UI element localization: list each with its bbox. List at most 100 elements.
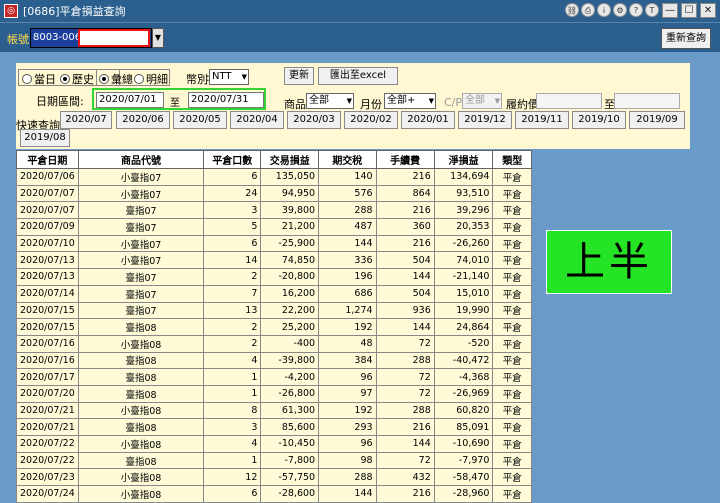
table-row[interactable]: 2020/07/13 小臺指07 14 74,850 336 504 74,010 平倉 — [16, 251, 532, 270]
column-header-product[interactable]: 商品代號 — [77, 150, 205, 169]
export-excel-button[interactable]: 匯出至excel — [318, 67, 398, 85]
minimize-icon[interactable]: — — [662, 3, 678, 18]
radio-history[interactable]: 歷史 — [60, 71, 94, 87]
settings-icon[interactable]: ⚙ — [613, 3, 627, 17]
cell-fee: 72 — [375, 384, 435, 403]
cell-trade-pnl: 85,600 — [260, 418, 320, 436]
month-select[interactable]: 全部+ — [384, 93, 436, 109]
quick-month-button[interactable]: 2019/10 — [572, 111, 626, 129]
cell-fee: 72 — [375, 368, 435, 386]
quick-month-button[interactable]: 2020/01 — [401, 111, 455, 129]
table-row[interactable]: 2020/07/07 小臺指07 24 94,950 576 864 93,510 平倉 — [16, 184, 532, 203]
product-select[interactable]: 全部 — [306, 93, 354, 109]
cell-lots: 1 — [203, 451, 262, 470]
cell-type: 平倉 — [492, 201, 532, 220]
cell-product: 臺指08 — [77, 384, 205, 403]
quick-month-button[interactable]: 2020/05 — [173, 111, 227, 129]
table-row[interactable]: 2020/07/22 臺指08 1 -7,800 98 72 -7,970 平倉 — [16, 451, 532, 470]
account-label: 帳號 — [7, 33, 29, 46]
cell-close-date: 2020/07/06 — [16, 168, 79, 186]
account-subfield-input[interactable] — [78, 29, 150, 47]
column-header-tax[interactable]: 期交稅 — [318, 150, 377, 169]
quick-month-button[interactable]: 2020/03 — [287, 111, 341, 129]
quick-month-button[interactable]: 2019/08 — [20, 129, 70, 147]
cell-tax: 192 — [318, 318, 377, 336]
radio-summary[interactable]: 彙總 — [99, 71, 133, 87]
cell-fee: 864 — [375, 184, 435, 203]
pin-icon[interactable]: T — [645, 3, 659, 17]
quick-month-button[interactable]: 2020/02 — [344, 111, 398, 129]
cp-select[interactable]: 全部 — [462, 93, 502, 109]
cell-type: 平倉 — [492, 351, 532, 370]
update-button[interactable]: 更新 — [284, 67, 314, 85]
table-row[interactable]: 2020/07/21 小臺指08 8 61,300 192 288 60,820 平倉 — [16, 401, 532, 420]
currency-select[interactable]: NTT — [209, 69, 249, 85]
cell-trade-pnl: -4,200 — [260, 368, 320, 386]
cell-lots: 5 — [203, 218, 262, 236]
maximize-icon[interactable]: ☐ — [681, 3, 697, 18]
table-row[interactable]: 2020/07/07 臺指07 3 39,800 288 216 39,296 平倉 — [16, 201, 532, 220]
cell-net-pnl: 24,864 — [433, 318, 494, 336]
table-row[interactable]: 2020/07/15 臺指07 13 22,200 1,274 936 19,990 平倉 — [16, 301, 532, 320]
cell-lots: 6 — [203, 168, 262, 186]
table-row[interactable]: 2020/07/10 小臺指07 6 -25,900 144 216 -26,260 平倉 — [16, 234, 532, 253]
cell-tax: 576 — [318, 184, 377, 203]
column-header-net-pnl[interactable]: 淨損益 — [433, 150, 494, 169]
column-header-type[interactable]: 類型 — [492, 150, 532, 169]
table-row[interactable]: 2020/07/09 臺指07 5 21,200 487 360 20,353 平倉 — [16, 218, 532, 236]
app-icon: ◎ — [4, 4, 18, 18]
cell-close-date: 2020/07/17 — [16, 368, 79, 386]
help-icon[interactable]: ? — [629, 3, 643, 17]
radio-history-icon — [60, 74, 70, 84]
cell-product: 臺指08 — [77, 418, 205, 436]
quick-month-button[interactable]: 2019/12 — [458, 111, 512, 129]
cell-tax: 384 — [318, 351, 377, 370]
column-header-trade-pnl[interactable]: 交易損益 — [260, 150, 320, 169]
cell-fee: 288 — [375, 401, 435, 420]
account-dropdown-button[interactable]: ▼ — [152, 28, 164, 48]
table-row[interactable]: 2020/07/06 小臺指07 6 135,050 140 216 134,694 平倉 — [16, 168, 532, 186]
table-row[interactable]: 2020/07/20 臺指08 1 -26,800 97 72 -26,969 平倉 — [16, 384, 532, 403]
strike-from-input[interactable] — [536, 93, 602, 109]
table-row[interactable]: 2020/07/21 臺指08 3 85,600 293 216 85,091 平倉 — [16, 418, 532, 436]
date-from-input[interactable]: 2020/07/01 — [96, 92, 164, 108]
table-row[interactable]: 2020/07/17 臺指08 1 -4,200 96 72 -4,368 平倉 — [16, 368, 532, 386]
table-row[interactable]: 2020/07/16 臺指08 4 -39,800 384 288 -40,472 平倉 — [16, 351, 532, 370]
close-icon[interactable]: ✕ — [700, 3, 716, 18]
cell-product: 小臺指08 — [77, 468, 205, 487]
requery-button[interactable]: 重新查詢 — [661, 28, 711, 49]
quick-month-button[interactable]: 2020/06 — [116, 111, 170, 129]
quick-month-button[interactable]: 2020/04 — [230, 111, 284, 129]
cell-tax: 96 — [318, 435, 377, 453]
table-row[interactable]: 2020/07/23 小臺指08 12 -57,750 288 432 -58,470 平倉 — [16, 468, 532, 487]
window-titlebar: ◎ [0686]平倉損益查詢 ⛓ ⎙ i ⚙ ? T — ☐ ✕ — [0, 0, 720, 22]
table-row[interactable]: 2020/07/16 小臺指08 2 -400 48 72 -520 平倉 — [16, 334, 532, 353]
column-header-fee[interactable]: 手續費 — [375, 150, 435, 169]
cell-product: 小臺指07 — [77, 168, 205, 186]
cell-type: 平倉 — [492, 184, 532, 203]
radio-current[interactable]: 當日 — [22, 71, 56, 87]
cell-fee: 144 — [375, 435, 435, 453]
date-to-input[interactable]: 2020/07/31 — [188, 92, 264, 108]
print-icon[interactable]: ⎙ — [581, 3, 595, 17]
table-row[interactable]: 2020/07/22 小臺指08 4 -10,450 96 144 -10,690 平倉 — [16, 435, 532, 453]
quick-month-button[interactable]: 2019/11 — [515, 111, 569, 129]
table-row[interactable]: 2020/07/24 小臺指08 6 -28,600 144 216 -28,960 平倉 — [16, 485, 532, 503]
table-row[interactable]: 2020/07/14 臺指07 7 16,200 686 504 15,010 平倉 — [16, 284, 532, 303]
date-to-label: 至 — [170, 98, 180, 109]
quick-month-button[interactable]: 2020/07 — [60, 111, 112, 129]
radio-detail[interactable]: 明細 — [134, 71, 168, 87]
column-header-lots[interactable]: 平倉口數 — [203, 150, 262, 169]
info-icon[interactable]: i — [597, 3, 611, 17]
table-row[interactable]: 2020/07/15 臺指08 2 25,200 192 144 24,864 平倉 — [16, 318, 532, 336]
cell-net-pnl: 60,820 — [433, 401, 494, 420]
column-header-close-date[interactable]: 平倉日期 — [16, 150, 79, 169]
table-row[interactable]: 2020/07/13 臺指07 2 -20,800 196 144 -21,140 平倉 — [16, 268, 532, 286]
cell-trade-pnl: 25,200 — [260, 318, 320, 336]
cell-fee: 360 — [375, 218, 435, 236]
quick-month-button[interactable]: 2019/09 — [629, 111, 685, 129]
cell-product: 臺指08 — [77, 351, 205, 370]
cell-net-pnl: 20,353 — [433, 218, 494, 236]
strike-to-input[interactable] — [614, 93, 680, 109]
link-icon[interactable]: ⛓ — [565, 3, 579, 17]
